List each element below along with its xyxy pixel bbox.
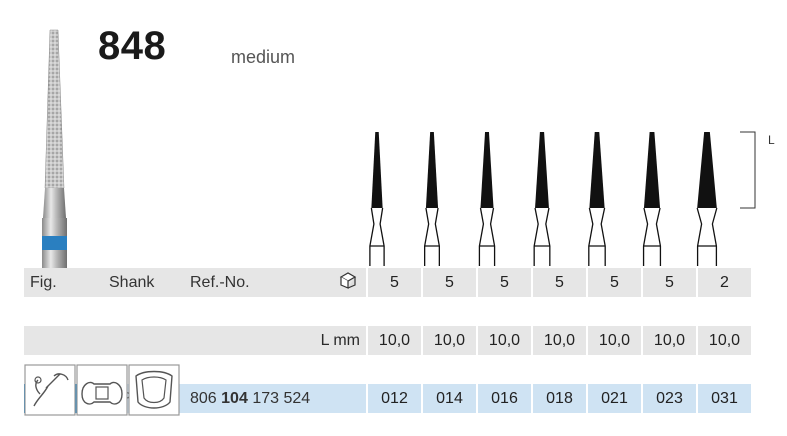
pack-qty: 5 (643, 268, 696, 297)
figure-number: 848 (98, 24, 167, 68)
length-value: 10,0 (478, 326, 531, 355)
size-code: 031 (698, 384, 751, 413)
bur-profile-016 (478, 132, 496, 266)
pack-qty: 5 (423, 268, 476, 297)
pack-qty: 5 (533, 268, 586, 297)
length-value: 10,0 (588, 326, 641, 355)
bur-profile-031 (696, 132, 718, 266)
row-ref-number: 806 104 173 524 (184, 384, 366, 413)
bur-profile-021 (588, 132, 606, 266)
col-shank-header: Shank (103, 268, 184, 297)
length-row: L mm 10,0 10,0 10,0 10,0 10,0 10,0 10,0 (24, 326, 751, 355)
col-fig-header: Fig. (24, 268, 103, 297)
length-value: 10,0 (698, 326, 751, 355)
size-code: 018 (533, 384, 586, 413)
bur-profile-018 (533, 132, 551, 266)
header-row: Fig. Shank Ref.-No. 5 5 5 5 5 5 2 (24, 268, 751, 297)
grit-label: medium (231, 47, 296, 67)
crown-preparation-icon (76, 364, 128, 416)
pack-qty: 2 (698, 268, 751, 297)
pack-qty: 5 (368, 268, 421, 297)
length-value: 10,0 (533, 326, 586, 355)
col-ref-header: Ref.-No. (184, 268, 300, 297)
size-code: 021 (588, 384, 641, 413)
indication-icons (24, 364, 180, 416)
length-label: L mm (300, 326, 366, 355)
length-value: 10,0 (643, 326, 696, 355)
veneer-icon (128, 364, 180, 416)
bur-profile-012 (369, 132, 385, 266)
length-value: 10,0 (423, 326, 476, 355)
bur-profile-drawings: L (369, 131, 775, 266)
pack-qty: 5 (588, 268, 641, 297)
bur-photo (42, 29, 67, 268)
handpiece-icon (24, 364, 76, 416)
size-code: 023 (643, 384, 696, 413)
bur-profile-014 (424, 132, 440, 266)
length-bracket (740, 131, 756, 209)
bur-profile-023 (642, 132, 662, 266)
length-value: 10,0 (368, 326, 421, 355)
size-code: 016 (478, 384, 531, 413)
size-code: 014 (423, 384, 476, 413)
pack-qty: 5 (478, 268, 531, 297)
length-label-l: L (768, 133, 775, 147)
package-icon (300, 268, 366, 297)
size-code: 012 (368, 384, 421, 413)
